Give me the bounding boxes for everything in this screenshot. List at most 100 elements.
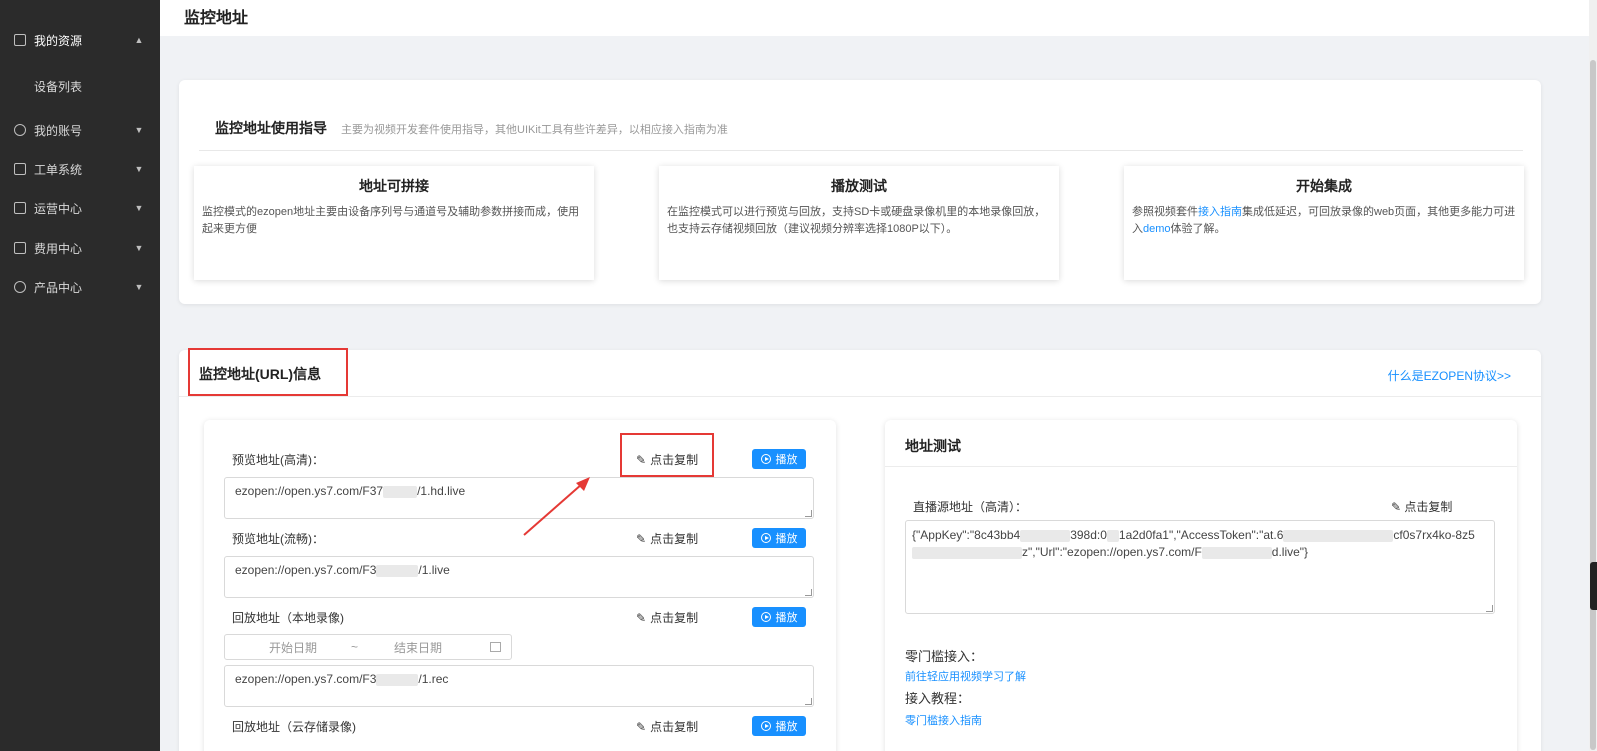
pencil-icon: ✎ xyxy=(636,610,647,625)
json-text: 4ko-8z5 xyxy=(1432,528,1475,542)
resize-handle[interactable] xyxy=(805,698,812,705)
light-app-video-link[interactable]: 前往轻应用视频学习了解 xyxy=(905,668,1026,684)
url-text: /1.rec xyxy=(418,672,449,686)
address-test-title: 地址测试 xyxy=(905,438,961,454)
url-field-smooth[interactable]: ezopen://open.ys7.com/F3/1.live xyxy=(224,556,814,598)
tile-title: 播放测试 xyxy=(831,178,887,194)
url-text: ezopen://open.ys7.com/F3 xyxy=(235,563,377,577)
play-circle-icon xyxy=(760,721,771,731)
copy-button[interactable]: ✎ 点击复制 xyxy=(636,609,698,626)
json-text: {"AppKey":"8c43bb4 xyxy=(912,528,1021,542)
copy-label: 点击复制 xyxy=(650,453,699,467)
product-icon xyxy=(14,281,26,293)
row-label: 预览地址(高清)： xyxy=(232,453,324,467)
date-range-picker[interactable]: 开始日期 ~ 结束日期 xyxy=(224,634,512,660)
pencil-icon: ✎ xyxy=(636,452,647,467)
live-source-json-field[interactable]: {"AppKey":"8c43bb4 398d:0 1a2d0fa1","Acces… xyxy=(905,520,1495,614)
resize-handle[interactable] xyxy=(805,589,812,596)
page-header: 监控地址 xyxy=(160,0,1589,36)
chevron-down-icon: ▼ xyxy=(134,125,144,135)
page-title: 监控地址 xyxy=(184,10,249,27)
guide-subtitle: 主要为视频开发套件使用指导，其他UIKit工具有些许差异，以相应接入指南为准 xyxy=(341,124,728,136)
copy-button[interactable]: ✎ 点击复制 xyxy=(1391,498,1452,515)
scrollbar[interactable] xyxy=(1589,0,1597,751)
pencil-icon: ✎ xyxy=(636,531,647,546)
copy-button[interactable]: ✎ 点击复制 xyxy=(636,718,698,735)
tile-desc-text: 体验了解。 xyxy=(1170,223,1226,235)
scrollbar-thumb[interactable] xyxy=(1590,60,1596,750)
row-label: 回放地址（本地录像) xyxy=(232,611,344,625)
sidebar-item-label: 产品中心 xyxy=(34,280,83,295)
start-date-input[interactable]: 开始日期 xyxy=(269,639,317,656)
url-text: /1.hd.live xyxy=(417,484,466,498)
redacted-text xyxy=(383,485,418,498)
copy-label: 点击复制 xyxy=(1404,500,1453,514)
sidebar: 我的资源 ▲ 设备列表 我的账号 ▼ 工单系统 ▼ 运营中心 ▼ 费用中心 ▼ … xyxy=(0,0,160,751)
redacted-text xyxy=(376,564,419,577)
tile-desc: 在监控模式可以进行预览与回放，支持SD卡或硬盘录像机里的本地录像回放，也支持云存… xyxy=(667,206,1046,235)
play-button[interactable]: 播放 xyxy=(752,716,806,736)
demo-link[interactable]: demo xyxy=(1143,223,1171,235)
sidebar-subitem-device-list[interactable]: 设备列表 xyxy=(34,78,82,95)
tutorial-label: 接入教程： xyxy=(905,691,971,706)
url-field-hd[interactable]: ezopen://open.ys7.com/F37/1.hd.live xyxy=(224,477,814,519)
play-button[interactable]: 播放 xyxy=(752,528,806,548)
json-text: d.live"} xyxy=(1271,545,1309,559)
tile-start-integration: 开始集成 参照视频套件接入指南集成低延迟，可回放录像的web页面，其他更多能力可… xyxy=(1124,166,1524,280)
sidebar-item-label: 费用中心 xyxy=(34,241,83,256)
billing-icon xyxy=(14,242,26,254)
json-text: 1a2d0fa1","AccessToken":"at.6 xyxy=(1118,528,1284,542)
resize-handle[interactable] xyxy=(1486,605,1493,612)
url-text: ezopen://open.ys7.com/F37 xyxy=(235,484,384,498)
redacted-text xyxy=(912,546,1022,559)
access-guide-link[interactable]: 接入指南 xyxy=(1198,206,1242,218)
resize-handle[interactable] xyxy=(805,510,812,517)
sidebar-item-label: 工单系统 xyxy=(34,162,83,177)
chevron-up-icon: ▲ xyxy=(134,35,144,45)
live-source-label: 直播源地址（高清）： xyxy=(913,500,1028,514)
tile-address-splice: 地址可拼接 监控模式的ezopen地址主要由设备序列号与通道号及辅助参数拼接而成… xyxy=(194,166,594,280)
sidebar-item-billing-center[interactable]: 费用中心 ▼ xyxy=(0,233,160,263)
play-circle-icon xyxy=(760,533,771,543)
zero-threshold-label: 零门槛接入： xyxy=(905,649,984,664)
tile-title: 开始集成 xyxy=(1296,178,1352,194)
sidebar-item-label: 运营中心 xyxy=(34,201,83,216)
play-label: 播放 xyxy=(775,612,798,624)
redacted-text xyxy=(376,673,419,686)
sidebar-item-my-account[interactable]: 我的账号 ▼ xyxy=(0,115,160,145)
chevron-down-icon: ▼ xyxy=(134,164,144,174)
url-field-local-record[interactable]: ezopen://open.ys7.com/F3/1.rec xyxy=(224,665,814,707)
sidebar-item-operation-center[interactable]: 运营中心 ▼ xyxy=(0,193,160,223)
play-label: 播放 xyxy=(775,533,798,545)
sidebar-item-my-resources[interactable]: 我的资源 ▲ xyxy=(0,25,160,55)
ezopen-protocol-link[interactable]: 什么是EZOPEN协议>> xyxy=(1388,367,1511,384)
tile-play-test: 播放测试 在监控模式可以进行预览与回放，支持SD卡或硬盘录像机里的本地录像回放，… xyxy=(659,166,1059,280)
url-info-title: 监控地址(URL)信息 xyxy=(199,366,322,382)
document-icon xyxy=(14,34,26,46)
calendar-icon xyxy=(490,642,501,652)
tile-desc-text: 参照视频套件 xyxy=(1132,206,1198,218)
tile-desc: 监控模式的ezopen地址主要由设备序列号与通道号及辅助参数拼接而成，使用起来更… xyxy=(202,206,580,235)
redacted-text xyxy=(1201,546,1272,559)
side-widget-handle[interactable] xyxy=(1590,562,1597,610)
end-date-input[interactable]: 结束日期 xyxy=(394,639,442,656)
play-circle-icon xyxy=(760,454,771,464)
sidebar-item-ticket-system[interactable]: 工单系统 ▼ xyxy=(0,154,160,184)
zero-threshold-guide-link[interactable]: 零门槛接入指南 xyxy=(905,712,982,728)
copy-label: 点击复制 xyxy=(650,532,699,546)
guide-card: 监控地址使用指导 主要为视频开发套件使用指导，其他UIKit工具有些许差异，以相… xyxy=(179,80,1541,304)
row-label: 预览地址(流畅)： xyxy=(232,532,324,546)
redacted-text xyxy=(1283,529,1394,542)
url-list-panel: 预览地址(高清)： ✎ 点击复制 播放 ezopen://open.ys7.com… xyxy=(204,420,836,751)
play-button[interactable]: 播放 xyxy=(752,449,806,469)
sidebar-item-label: 我的账号 xyxy=(34,123,83,138)
redacted-text xyxy=(1020,529,1071,542)
copy-label: 点击复制 xyxy=(650,720,699,734)
tile-desc: 参照视频套件接入指南集成低延迟，可回放录像的web页面，其他更多能力可进入dem… xyxy=(1124,196,1524,238)
copy-button[interactable]: ✎ 点击复制 xyxy=(636,530,698,547)
account-icon xyxy=(14,124,26,136)
play-button[interactable]: 播放 xyxy=(752,607,806,627)
chevron-down-icon: ▼ xyxy=(134,243,144,253)
sidebar-item-product-center[interactable]: 产品中心 ▼ xyxy=(0,272,160,302)
copy-button[interactable]: ✎ 点击复制 xyxy=(636,451,698,468)
